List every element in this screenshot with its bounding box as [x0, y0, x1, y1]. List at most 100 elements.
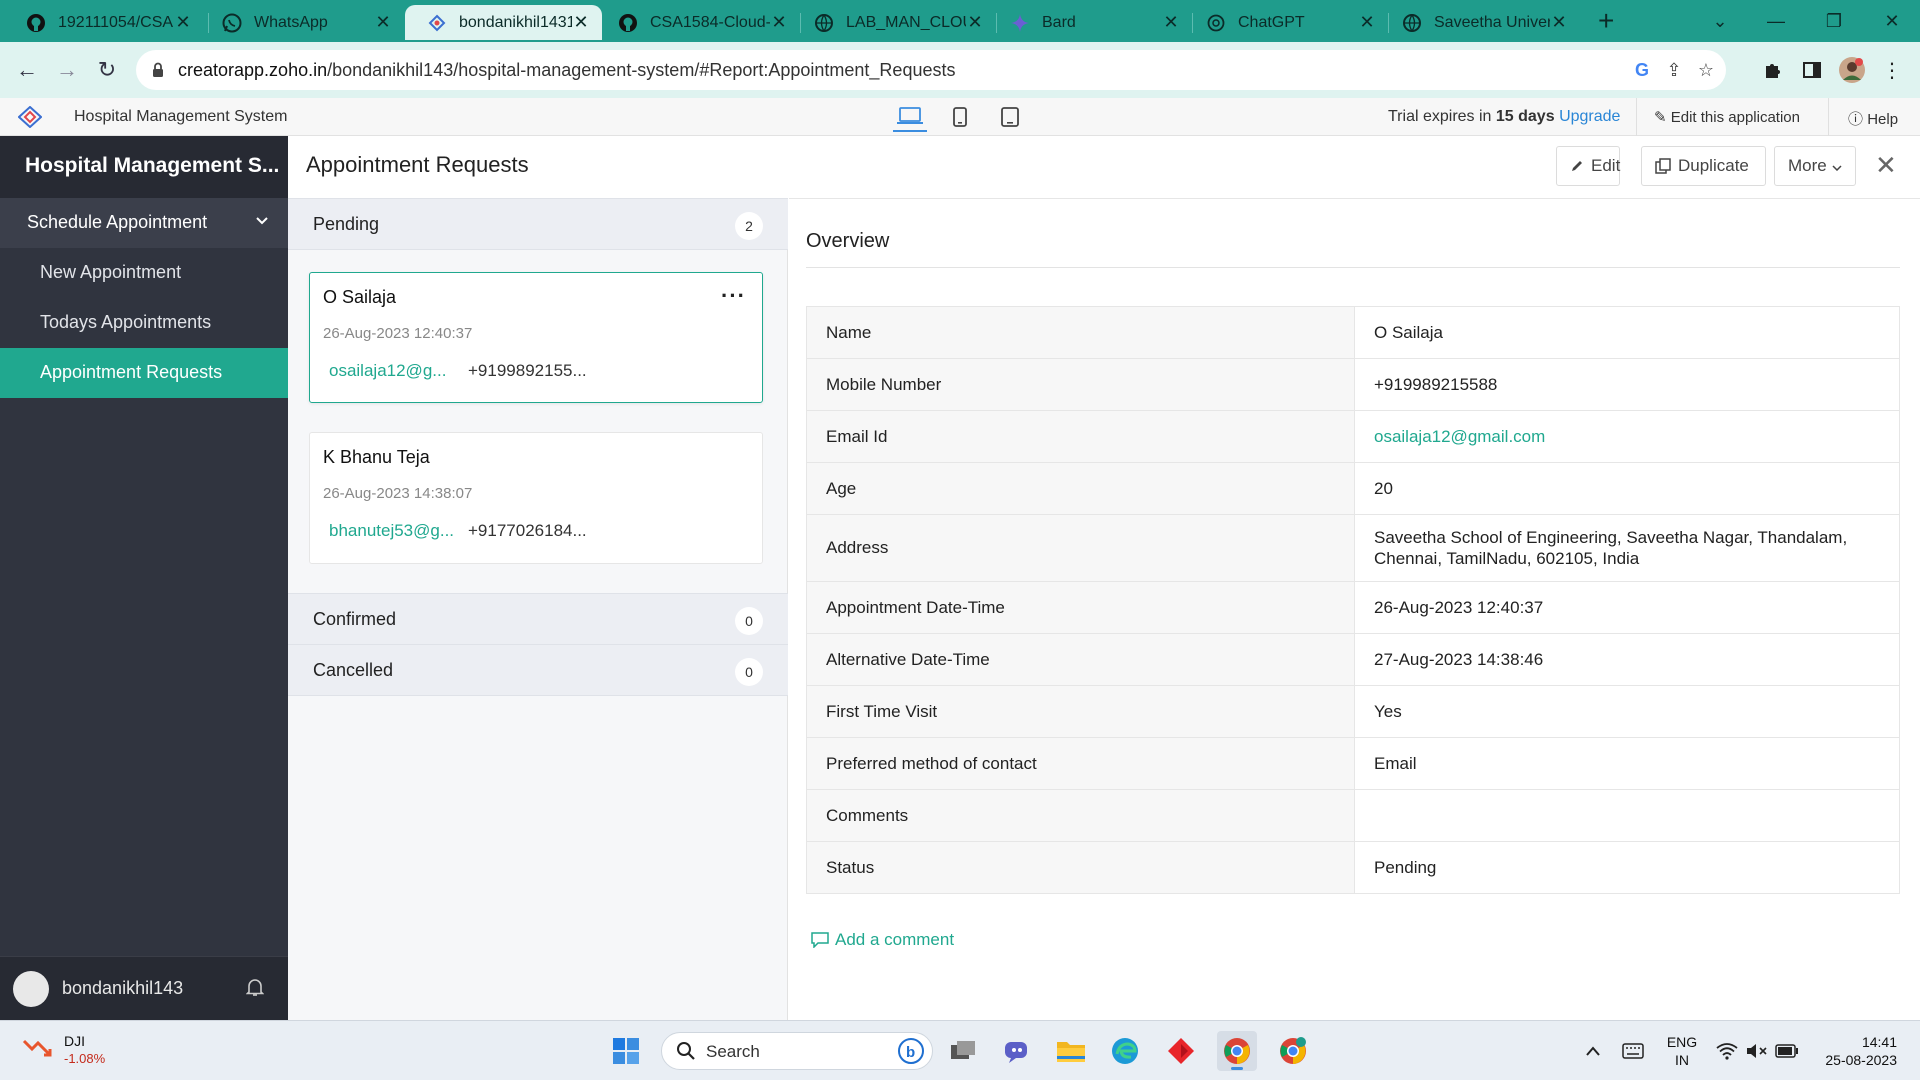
add-comment-link[interactable]: Add a comment: [811, 930, 954, 950]
phone-view-icon[interactable]: [943, 102, 977, 132]
browser-tab[interactable]: Bard ✕: [988, 5, 1192, 40]
tab-search-chevron-icon[interactable]: ⌄: [1692, 0, 1748, 42]
pencil-icon: ✎: [1654, 109, 1667, 126]
edit-application-label: Edit this application: [1670, 109, 1800, 126]
field-label: Preferred method of contact: [806, 737, 1355, 790]
record-card-selected[interactable]: O Sailaja ··· 26-Aug-2023 12:40:37 osail…: [309, 272, 763, 403]
minimize-icon[interactable]: —: [1748, 0, 1804, 42]
close-tab-icon[interactable]: ✕: [966, 12, 984, 33]
more-options-icon[interactable]: ···: [721, 283, 746, 309]
edit-button[interactable]: Edit: [1556, 146, 1620, 186]
field-value: 20: [1354, 462, 1900, 515]
email-link[interactable]: osailaja12@gmail.com: [1374, 427, 1545, 446]
browser-tab[interactable]: WhatsApp ✕: [200, 5, 404, 40]
username[interactable]: bondanikhil143: [62, 978, 183, 999]
browser-menu-icon[interactable]: ⋮: [1878, 56, 1906, 84]
record-email[interactable]: osailaja12@g...: [329, 361, 446, 381]
stock-widget[interactable]: DJI -1.08%: [22, 1033, 105, 1066]
app-header: Hospital Management System Trial expires…: [0, 98, 1920, 136]
close-tab-icon[interactable]: ✕: [174, 12, 192, 33]
back-arrow-icon[interactable]: ←: [10, 53, 44, 87]
trial-notice: Trial expires in 15 days Upgrade: [1388, 108, 1620, 126]
tab-title: LAB_MAN_CLOUD: [846, 13, 966, 31]
field-value: Email: [1354, 737, 1900, 790]
battery-icon[interactable]: [1767, 1031, 1807, 1071]
profile-avatar[interactable]: [1838, 56, 1866, 84]
sidebar-item-new-appointment[interactable]: New Appointment: [0, 248, 288, 298]
record-fields-table: Name O Sailaja Mobile Number +9199892155…: [806, 306, 1900, 894]
edit-application-button[interactable]: ✎ Edit this application: [1654, 108, 1800, 126]
bookmark-star-icon[interactable]: ☆: [1694, 58, 1718, 82]
reload-icon[interactable]: ↻: [90, 53, 124, 87]
field-label: Age: [806, 462, 1355, 515]
group-pending[interactable]: Pending 2: [288, 198, 788, 250]
close-tab-icon[interactable]: ✕: [1550, 12, 1568, 33]
zoho-creator-logo[interactable]: [17, 105, 43, 133]
field-row: First Time Visit Yes: [806, 685, 1900, 738]
task-view-icon[interactable]: [943, 1031, 983, 1071]
share-icon[interactable]: ⇪: [1662, 58, 1686, 82]
sidebar-item-appointment-requests[interactable]: Appointment Requests: [0, 348, 288, 398]
record-card[interactable]: K Bhanu Teja 26-Aug-2023 14:38:07 bhanut…: [309, 432, 763, 564]
browser-tab[interactable]: Saveetha Univers ✕: [1380, 5, 1580, 40]
browser-tab[interactable]: LAB_MAN_CLOUD ✕: [792, 5, 996, 40]
close-tab-icon[interactable]: ✕: [770, 12, 788, 33]
overview-heading: Overview: [806, 230, 890, 252]
forward-arrow-icon[interactable]: →: [50, 53, 84, 87]
tab-title: 192111054/CSA1: [58, 13, 174, 31]
file-explorer-icon[interactable]: [1051, 1031, 1091, 1071]
avatar[interactable]: [13, 971, 49, 1007]
restore-icon[interactable]: ❐: [1806, 0, 1862, 42]
trial-days: 15 days: [1495, 108, 1555, 125]
app-name: Hospital Management System: [74, 108, 288, 125]
clock[interactable]: 14:41 25-08-2023: [1808, 1033, 1908, 1069]
chevron-down-icon: [1832, 156, 1842, 176]
browser-tab[interactable]: CSA1584-Cloud-C ✕: [596, 5, 800, 40]
app-icon[interactable]: [1161, 1031, 1201, 1071]
help-label: Help: [1867, 111, 1899, 128]
chrome-profile-icon[interactable]: [1273, 1031, 1313, 1071]
more-button[interactable]: More: [1774, 146, 1856, 186]
lock-icon: [152, 62, 164, 83]
bing-icon: b: [898, 1038, 924, 1069]
address-bar[interactable]: creatorapp.zoho.in/bondanikhil143/hospit…: [136, 50, 1726, 90]
group-cancelled[interactable]: Cancelled 0: [288, 644, 788, 696]
tab-title: WhatsApp: [254, 13, 328, 31]
tab-title: Bard: [1042, 13, 1076, 31]
group-confirmed[interactable]: Confirmed 0: [288, 593, 788, 645]
github-icon: [26, 13, 46, 33]
upgrade-link[interactable]: Upgrade: [1559, 108, 1620, 125]
close-window-icon[interactable]: ✕: [1864, 0, 1920, 42]
close-tab-icon[interactable]: ✕: [374, 12, 392, 33]
language-indicator[interactable]: ENG IN: [1666, 1033, 1698, 1069]
taskbar-search-label: Search: [706, 1042, 760, 1061]
chevron-up-icon[interactable]: [1573, 1031, 1613, 1071]
browser-tab[interactable]: ChatGPT ✕: [1184, 5, 1388, 40]
record-name: O Sailaja: [323, 287, 397, 307]
chrome-icon[interactable]: [1217, 1031, 1257, 1071]
sidebar-item-todays-appointments[interactable]: Todays Appointments: [0, 298, 288, 348]
record-email[interactable]: bhanutej53@g...: [329, 521, 454, 541]
sidebar-section-schedule-appointment[interactable]: Schedule Appointment: [0, 198, 288, 248]
help-button[interactable]: ⓘ Help: [1848, 108, 1898, 129]
extensions-puzzle-icon[interactable]: [1758, 56, 1786, 84]
new-tab-button[interactable]: +: [1598, 5, 1614, 37]
sidebar-app-title[interactable]: Hospital Management S...: [0, 136, 288, 198]
edge-browser-icon[interactable]: [1105, 1031, 1145, 1071]
teams-chat-icon[interactable]: [997, 1031, 1037, 1071]
close-tab-icon[interactable]: ✕: [1162, 12, 1180, 33]
close-tab-icon[interactable]: ✕: [572, 12, 590, 33]
close-tab-icon[interactable]: ✕: [1358, 12, 1376, 33]
taskbar-search[interactable]: Search b: [661, 1032, 933, 1070]
duplicate-button[interactable]: Duplicate: [1641, 146, 1766, 186]
browser-tab[interactable]: 192111054/CSA1 ✕: [4, 5, 204, 40]
tablet-view-icon[interactable]: [993, 102, 1027, 132]
browser-tab-active[interactable]: bondanikhil1431 ✕: [405, 5, 602, 40]
keyboard-icon[interactable]: [1613, 1031, 1653, 1071]
side-panel-icon[interactable]: [1798, 56, 1826, 84]
close-icon[interactable]: ✕: [1875, 150, 1897, 181]
windows-start-icon[interactable]: [606, 1031, 646, 1071]
google-translate-icon[interactable]: G: [1630, 58, 1654, 82]
bell-icon[interactable]: [245, 977, 265, 1002]
desktop-view-icon[interactable]: [893, 102, 927, 132]
